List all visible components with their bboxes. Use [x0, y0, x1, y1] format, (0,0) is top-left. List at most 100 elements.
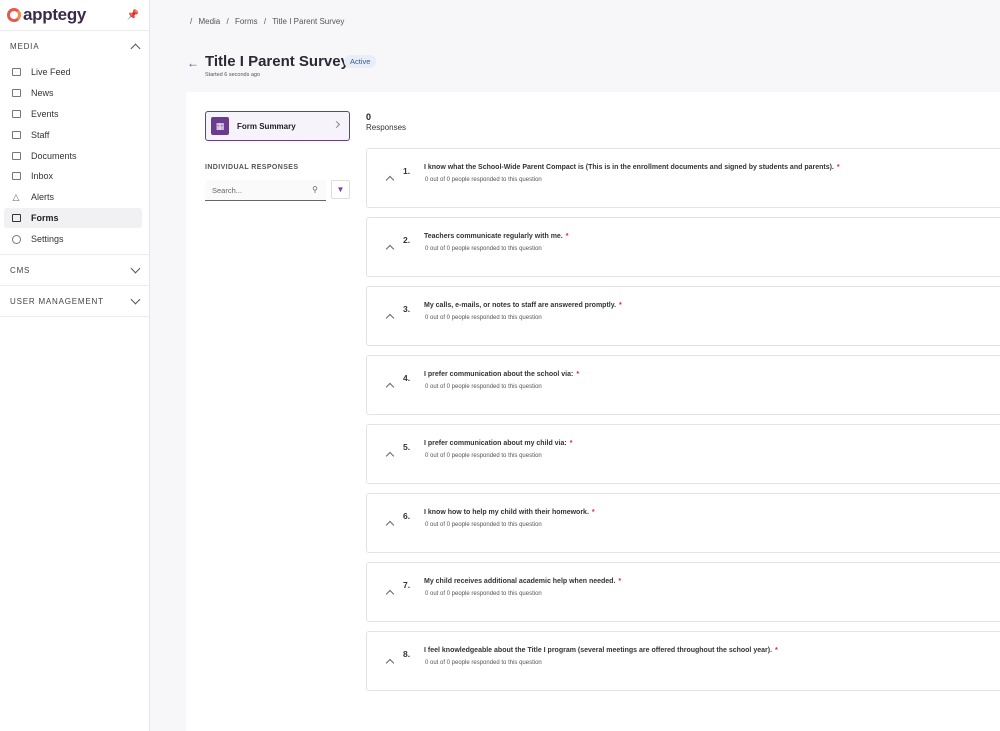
search-input[interactable]	[205, 181, 300, 200]
question-text: I know how to help my child with their h…	[424, 509, 595, 516]
chevron-up-icon[interactable]	[385, 451, 395, 461]
chevron-down-icon	[130, 294, 141, 304]
sidebar-item-label: Inbox	[31, 171, 54, 182]
breadcrumb: / Media / Forms / Title I Parent Survey	[190, 17, 348, 26]
logo-mark-icon	[7, 8, 21, 22]
required-marker: *	[569, 440, 573, 447]
sidebar-item-news[interactable]: News	[4, 83, 142, 103]
question-text: I prefer communication about the school …	[424, 371, 580, 378]
question-number: 1.	[403, 166, 411, 176]
sidebar-item-label: Documents	[31, 150, 77, 161]
section-media-label: MEDIA	[10, 42, 40, 51]
chevron-up-icon[interactable]	[385, 313, 395, 323]
question-number: 8.	[403, 649, 411, 659]
sidebar-item-inbox[interactable]: Inbox	[4, 166, 142, 186]
chevron-up-icon[interactable]	[385, 658, 395, 668]
form-results-panel: ▦ Form Summary INDIVIDUAL RESPONSES ⚲ ▼ …	[186, 92, 1000, 731]
required-marker: *	[565, 233, 569, 240]
question-text: I prefer communication about my child vi…	[424, 440, 573, 447]
breadcrumb-media[interactable]: Media	[198, 17, 220, 26]
question-text: My calls, e-mails, or notes to staff are…	[424, 302, 622, 309]
question-number: 3.	[403, 304, 411, 314]
question-text: I know what the School-Wide Parent Compa…	[424, 164, 840, 171]
section-user-management[interactable]: USER MANAGEMENT	[0, 286, 149, 318]
question-response-count: 0 out of 0 people responded to this ques…	[425, 522, 542, 528]
media-nav: Live Feed News Events Staff Documents In…	[0, 62, 149, 256]
sidebar-item-live-feed[interactable]: Live Feed	[4, 62, 142, 82]
required-marker: *	[775, 647, 778, 654]
question-response-count: 0 out of 0 people responded to this ques…	[425, 246, 542, 252]
filter-icon: ▼	[336, 185, 345, 194]
sidebar-item-staff[interactable]: Staff	[4, 125, 142, 145]
required-marker: *	[591, 509, 595, 516]
search-icon[interactable]: ⚲	[312, 185, 318, 194]
logo-row: apptegy 📌	[0, 0, 149, 31]
filter-button[interactable]: ▼	[331, 180, 350, 199]
question-card[interactable]: 7. My child receives additional academic…	[366, 562, 1000, 622]
section-cms[interactable]: CMS	[0, 255, 149, 287]
sidebar-item-forms[interactable]: Forms	[4, 208, 142, 229]
logo-text: apptegy	[23, 5, 87, 24]
chevron-up-icon[interactable]	[385, 382, 395, 392]
chevron-up-icon[interactable]	[385, 520, 395, 530]
breadcrumb-separator: /	[190, 17, 193, 26]
alerts-icon: △	[12, 191, 20, 202]
news-icon	[11, 88, 21, 98]
status-badge: Active	[344, 55, 377, 68]
chevron-right-icon	[332, 120, 341, 129]
question-response-count: 0 out of 0 people responded to this ques…	[425, 384, 542, 390]
sidebar-item-events[interactable]: Events	[4, 104, 142, 124]
pin-icon[interactable]: 📌	[127, 10, 139, 21]
question-card[interactable]: 4. I prefer communication about the scho…	[366, 355, 1000, 415]
sidebar: apptegy 📌 MEDIA Live Feed News Events St…	[0, 0, 150, 731]
question-response-count: 0 out of 0 people responded to this ques…	[425, 315, 542, 321]
question-response-count: 0 out of 0 people responded to this ques…	[425, 591, 542, 597]
question-response-count: 0 out of 0 people responded to this ques…	[425, 177, 542, 183]
breadcrumb-current: Title I Parent Survey	[272, 17, 345, 26]
documents-icon	[11, 151, 21, 161]
required-marker: *	[836, 164, 840, 171]
form-summary-label: Form Summary	[237, 121, 296, 131]
question-number: 6.	[403, 511, 411, 521]
question-card[interactable]: 1. I know what the School-Wide Parent Co…	[366, 148, 1000, 208]
section-media[interactable]: MEDIA	[0, 31, 149, 62]
breadcrumb-separator: /	[226, 17, 229, 26]
events-icon	[11, 109, 21, 119]
breadcrumb-forms[interactable]: Forms	[235, 17, 258, 26]
required-marker: *	[576, 371, 580, 378]
responses-count: 0	[366, 112, 372, 122]
question-card[interactable]: 3. My calls, e-mails, or notes to staff …	[366, 286, 1000, 346]
question-list: 1. I know what the School-Wide Parent Co…	[366, 148, 1000, 700]
question-card[interactable]: 2. Teachers communicate regularly with m…	[366, 217, 1000, 277]
settings-icon	[11, 234, 21, 244]
chevron-down-icon	[130, 263, 141, 273]
question-card[interactable]: 5. I prefer communication about my child…	[366, 424, 1000, 484]
sidebar-item-label: Staff	[31, 129, 50, 140]
started-timestamp: Started 6 seconds ago	[205, 72, 261, 78]
sidebar-item-label: Live Feed	[31, 67, 71, 77]
sidebar-item-documents[interactable]: Documents	[4, 146, 142, 166]
forms-icon	[11, 213, 21, 223]
breadcrumb-separator: /	[263, 17, 267, 26]
required-marker: *	[618, 578, 622, 585]
page-title: Title I Parent Survey	[205, 53, 349, 70]
main-content: / Media / Forms / Title I Parent Survey …	[150, 0, 1000, 731]
question-card[interactable]: 8. I feel knowledgeable about the Title …	[366, 631, 1000, 691]
chevron-up-icon[interactable]	[385, 175, 395, 185]
back-arrow-icon[interactable]: ←	[187, 56, 199, 70]
sidebar-item-alerts[interactable]: △ Alerts	[4, 187, 142, 207]
bar-chart-icon: ▦	[211, 117, 229, 135]
chevron-up-icon	[130, 43, 141, 54]
chevron-up-icon[interactable]	[385, 244, 395, 254]
staff-icon	[11, 130, 21, 140]
question-number: 7.	[403, 580, 411, 590]
question-text: Teachers communicate regularly with me. *	[424, 233, 569, 240]
chevron-up-icon[interactable]	[385, 589, 395, 599]
question-card[interactable]: 6. I know how to help my child with thei…	[366, 493, 1000, 553]
section-cms-label: CMS	[10, 265, 31, 275]
form-summary-button[interactable]: ▦ Form Summary	[205, 111, 350, 141]
sidebar-item-settings[interactable]: Settings	[4, 229, 142, 249]
responses-label: Responses	[366, 123, 407, 132]
sidebar-item-label: News	[31, 87, 54, 98]
apptegy-logo[interactable]: apptegy	[7, 5, 86, 25]
